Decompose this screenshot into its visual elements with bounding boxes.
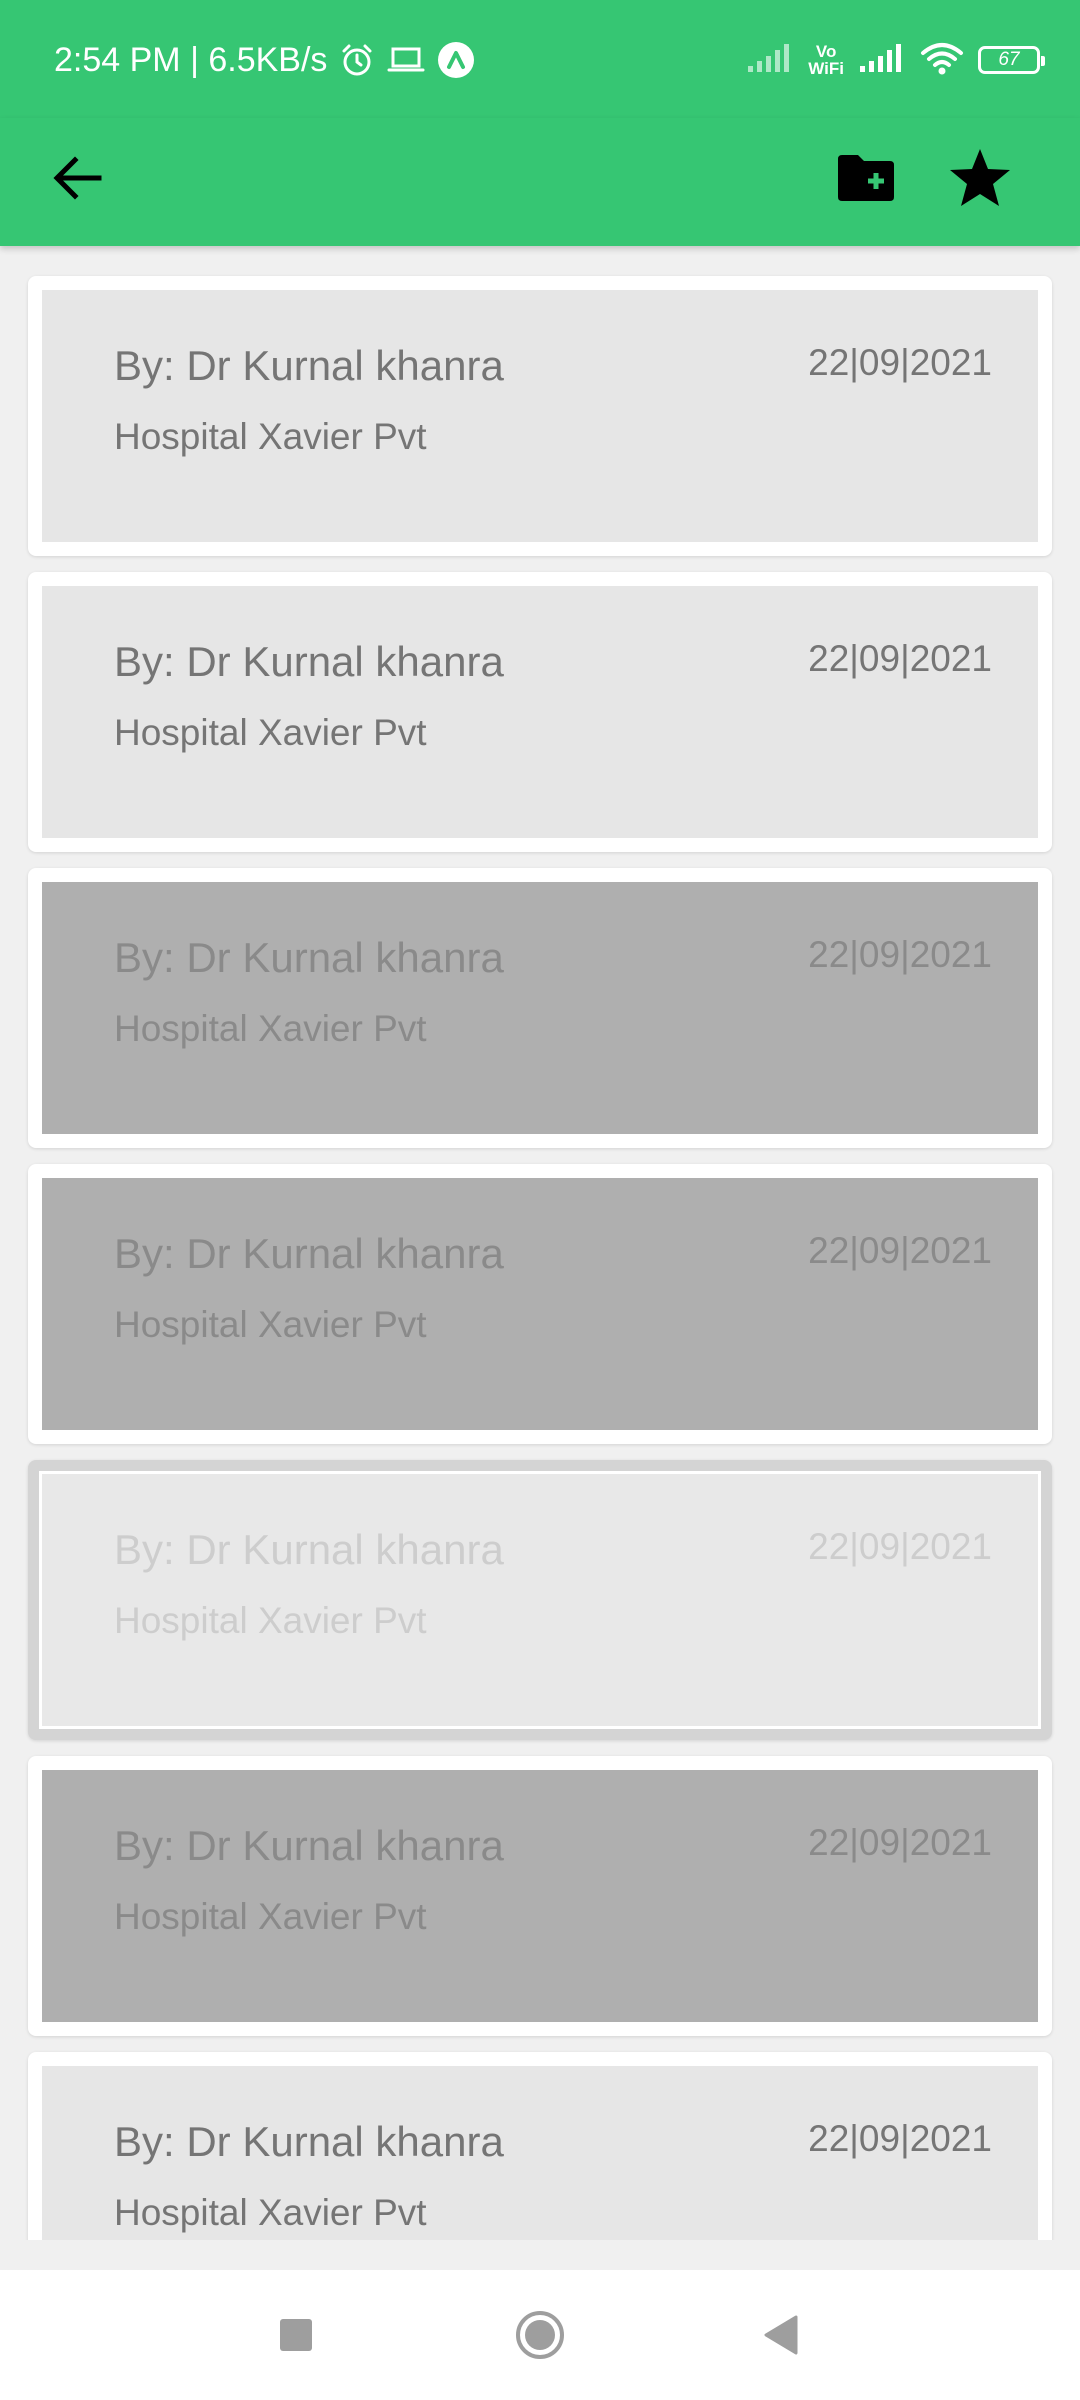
doctor-name: By: Dr Kurnal khanra (114, 1526, 504, 1573)
record-card[interactable]: By: Dr Kurnal khanra Hospital Xavier Pvt 2… (28, 572, 1052, 852)
record-card-body: By: Dr Kurnal khanra Hospital Xavier Pvt 2… (42, 2066, 1038, 2240)
home-circle-icon (516, 2311, 564, 2359)
system-nav-bar (0, 2270, 1080, 2400)
hospital-name: Hospital Xavier Pvt (114, 1896, 427, 1937)
record-date: 22|09|2021 (808, 638, 992, 679)
screen: 2:54 PM | 6.5KB/s Vo WiFi 67 By: Dr Kurn… (0, 0, 1080, 2400)
back-arrow-icon (53, 156, 102, 200)
laptop-icon (387, 45, 425, 75)
star-icon (950, 149, 1010, 206)
folder-add-icon (838, 155, 894, 201)
hospital-name: Hospital Xavier Pvt (114, 1600, 427, 1641)
hospital-name: Hospital Xavier Pvt (114, 1304, 427, 1345)
hospital-name: Hospital Xavier Pvt (114, 712, 427, 753)
signal-icon (746, 42, 794, 79)
vowifi-bottom: WiFi (808, 59, 844, 78)
back-triangle-icon (764, 2315, 798, 2355)
hospital-name: Hospital Xavier Pvt (114, 2192, 427, 2233)
record-card[interactable]: By: Dr Kurnal khanra Hospital Xavier Pvt 2… (28, 2052, 1052, 2240)
vowifi-top: Vo (815, 42, 837, 61)
record-card[interactable]: By: Dr Kurnal khanra Hospital Xavier Pvt 2… (28, 1164, 1052, 1444)
alarm-icon (339, 42, 375, 78)
hospital-name: Hospital Xavier Pvt (114, 416, 427, 457)
record-card[interactable]: By: Dr Kurnal khanra Hospital Xavier Pvt 2… (28, 1460, 1052, 1740)
back-button[interactable] (40, 140, 116, 216)
system-back-button[interactable] (746, 2300, 816, 2370)
signal-icon (858, 42, 906, 79)
record-card-body: By: Dr Kurnal khanra Hospital Xavier Pvt 2… (42, 882, 1038, 1134)
app-bar (0, 118, 1080, 246)
record-card[interactable]: By: Dr Kurnal khanra Hospital Xavier Pvt 2… (28, 276, 1052, 556)
record-date: 22|09|2021 (808, 1526, 992, 1567)
home-button[interactable] (505, 2300, 575, 2370)
records-list[interactable]: By: Dr Kurnal khanra Hospital Xavier Pvt 2… (0, 246, 1080, 2240)
record-date: 22|09|2021 (808, 342, 992, 383)
record-card-body: By: Dr Kurnal khanra Hospital Xavier Pvt 2… (42, 586, 1038, 838)
record-date: 22|09|2021 (808, 1230, 992, 1271)
doctor-name: By: Dr Kurnal khanra (114, 638, 504, 685)
app-a-icon (437, 41, 475, 79)
record-card[interactable]: By: Dr Kurnal khanra Hospital Xavier Pvt 2… (28, 868, 1052, 1148)
status-left: 2:54 PM | 6.5KB/s (54, 36, 475, 84)
record-date: 22|09|2021 (808, 934, 992, 975)
battery-level: 67 (998, 49, 1020, 70)
record-card[interactable]: By: Dr Kurnal khanra Hospital Xavier Pvt 2… (28, 1756, 1052, 2036)
record-date: 22|09|2021 (808, 2118, 992, 2159)
favorite-button[interactable] (940, 138, 1020, 218)
status-time-speed: 2:54 PM | 6.5KB/s (54, 40, 328, 79)
hospital-name: Hospital Xavier Pvt (114, 1008, 427, 1049)
record-date: 22|09|2021 (808, 1822, 992, 1863)
status-right: Vo WiFi 67 (746, 36, 1045, 84)
doctor-name: By: Dr Kurnal khanra (114, 342, 504, 389)
status-bar: 2:54 PM | 6.5KB/s Vo WiFi 67 (0, 0, 1080, 118)
add-folder-button[interactable] (826, 138, 906, 218)
record-card-body: By: Dr Kurnal khanra Hospital Xavier Pvt 2… (42, 290, 1038, 542)
doctor-name: By: Dr Kurnal khanra (114, 934, 504, 981)
record-card-body: By: Dr Kurnal khanra Hospital Xavier Pvt 2… (42, 1770, 1038, 2022)
doctor-name: By: Dr Kurnal khanra (114, 1822, 504, 1869)
record-card-body: By: Dr Kurnal khanra Hospital Xavier Pvt 2… (39, 1471, 1041, 1729)
doctor-name: By: Dr Kurnal khanra (114, 1230, 504, 1277)
battery-icon: 67 (978, 46, 1045, 74)
recents-button[interactable] (261, 2300, 331, 2370)
recents-square-icon (280, 2319, 312, 2351)
vowifi-label: Vo WiFi (808, 43, 844, 77)
record-card-body: By: Dr Kurnal khanra Hospital Xavier Pvt 2… (42, 1178, 1038, 1430)
wifi-icon (920, 41, 964, 80)
doctor-name: By: Dr Kurnal khanra (114, 2118, 504, 2165)
